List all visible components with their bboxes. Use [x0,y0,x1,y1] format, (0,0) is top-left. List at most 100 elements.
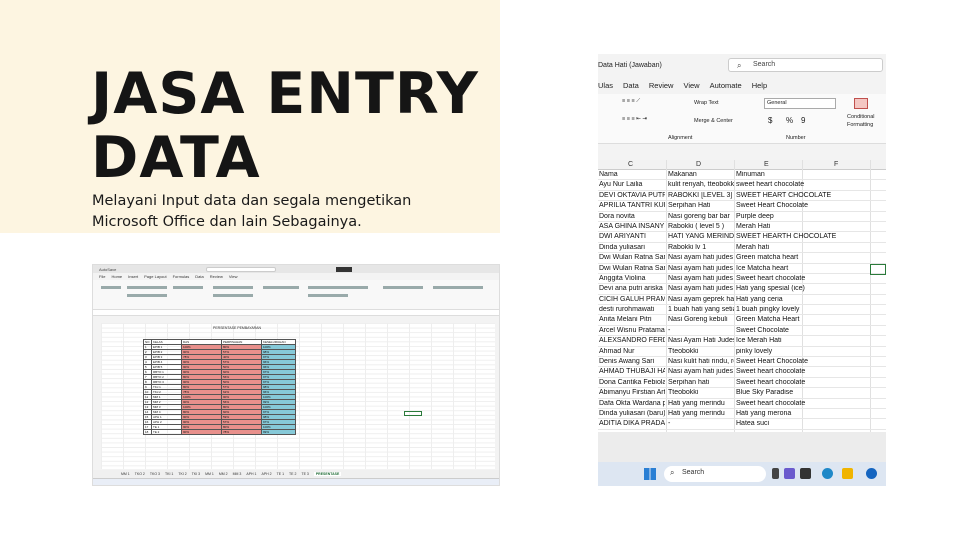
merge-center-button[interactable]: Merge & Center [694,118,733,124]
table-cell[interactable]: Sweet Heart Chocolate [736,358,886,365]
table-cell[interactable]: AHMAD THUBAJI HAK [599,368,665,375]
folder-icon[interactable] [842,468,853,479]
table-cell[interactable]: Dafa Okta Wardana p [599,400,665,407]
table-cell[interactable]: TE 2 [151,429,182,435]
table-cell[interactable]: Serpihan hati [668,379,734,386]
sheet-tab[interactable]: APH 2 [262,472,272,476]
table-cell[interactable]: 18 [143,429,152,435]
table-cell[interactable]: Nasi ayam hati judes [668,265,734,272]
table-cell[interactable]: Sweet heart chocolate [736,368,886,375]
wrap-text-button[interactable]: Wrap Text [694,100,719,106]
sheet-tab[interactable]: TE 3 [301,472,308,476]
table-cell[interactable]: Nasi ayam hati judes [668,254,734,261]
table-cell[interactable]: Hati yang merindu [668,400,734,407]
table-cell[interactable]: CICIH GALUH PRAME [599,296,665,303]
taskbar-search[interactable]: ⌕ Search [664,466,766,482]
table-cell[interactable]: Serpihan Hati [668,202,734,209]
table-cell[interactable]: 78% [221,429,262,435]
table-cell[interactable]: sweet heart chocolate [736,181,886,188]
table-cell[interactable]: Abimanyu Firstian Arta [599,389,665,396]
table-cell[interactable]: Dona Cantika Febiola [599,379,665,386]
sheet-tab[interactable]: TE 1 [277,472,284,476]
menu-item[interactable]: View [683,81,699,90]
column-header[interactable]: C [628,161,633,168]
table-cell[interactable]: 99% [261,429,296,435]
task-view-icon[interactable] [772,468,779,479]
table-cell[interactable]: Nasi goreng bar bar [668,213,734,220]
table-cell[interactable]: Nasi ayam hati judes [668,368,734,375]
table-cell[interactable]: Merah Hati [736,223,886,230]
table-cell[interactable]: Anggita Violina [599,275,665,282]
table-cell[interactable]: Nasi ayam geprek hati [668,296,734,303]
edge-icon[interactable] [822,468,833,479]
table-cell[interactable]: ADITIA DIKA PRADAN [599,420,665,427]
table-cell[interactable]: Devi ana putri ariska [599,285,665,292]
table-cell[interactable]: Dwi Wulan Ratna Sari [599,254,665,261]
table-cell[interactable]: Ahmad Nur [599,348,665,355]
table-cell[interactable]: Dora novita [599,213,665,220]
table-cell[interactable]: Dinda yuliasari [599,244,665,251]
table-cell[interactable]: Dinda yuliasari (baru) [599,410,665,417]
table-cell[interactable]: SWEET HEART CHOCOLATE [736,192,886,199]
sheet-tab[interactable]: APH 1 [246,472,256,476]
widgets-icon[interactable] [800,468,811,479]
menu-item[interactable]: Automate [710,81,742,90]
table-cell[interactable]: Makanan [668,171,734,178]
table-cell[interactable]: Sweet Chocolate [736,327,886,334]
align-icons[interactable]: ≡ ≡ ≡ ⟋ [622,98,640,105]
table-cell[interactable]: APRILIA TANTRI KUR [599,202,665,209]
sheet-tab[interactable]: TKI 2 [178,472,186,476]
table-cell[interactable]: Tteobokki [668,389,734,396]
menu-item[interactable]: Data [623,81,639,90]
menu-item[interactable]: Ulas [598,81,613,90]
table-cell[interactable]: Green matcha heart [736,254,886,261]
table-cell[interactable]: Dwi Wulan Ratna Sari [599,265,665,272]
windows-start-icon[interactable] [644,468,656,480]
sheet-tab[interactable]: MM 3 [233,472,242,476]
indent-icons[interactable]: ≡ ≡ ≡ ⇤ ⇥ [622,116,647,122]
currency-button[interactable]: $ [768,116,772,125]
table-cell[interactable]: Minuman [736,171,886,178]
table-cell[interactable]: Hati yang merona [736,410,886,417]
table-cell[interactable]: Nama [599,171,665,178]
table-cell[interactable]: desti rurohmawati [599,306,665,313]
table-cell[interactable]: ALEXSANDRO FERDI [599,337,665,344]
table-cell[interactable]: Merah hati [736,244,886,251]
sheet-tab[interactable]: TKO 2 [135,472,145,476]
table-cell[interactable]: Purple deep [736,213,886,220]
sheet-tab[interactable]: TKI 1 [165,472,173,476]
table-cell[interactable]: Tteobokki [668,348,734,355]
table-cell[interactable]: Nasi ayam hati judes [668,285,734,292]
comma-button[interactable]: 9 [801,116,805,125]
table-cell[interactable]: Nasi Ayam Hati Judes [668,337,734,344]
sheet-tab[interactable]: MM 1 [205,472,214,476]
table-cell[interactable]: ASA GHINA INSANY [599,223,665,230]
table-cell[interactable]: DEVI OKTAVIA PUTRI [599,192,665,199]
conditional-formatting-icon[interactable] [854,98,868,109]
search-input[interactable]: ⌕ Search [728,58,883,72]
table-cell[interactable]: - [668,420,734,427]
conditional-formatting-label-1[interactable]: Conditional [847,114,875,120]
teams-icon[interactable] [784,468,795,479]
zoom-icon[interactable] [866,468,877,479]
sheet-tab[interactable]: MM 2 [219,472,228,476]
table-cell[interactable]: Blue Sky Paradise [736,389,886,396]
column-header[interactable]: F [834,161,838,168]
table-cell[interactable]: Sweet heart chocolate [736,379,886,386]
table-cell[interactable]: DWI ARIYANTI [599,233,665,240]
table-cell[interactable]: Ice Matcha heart [736,265,886,272]
table-cell[interactable]: 90% [181,429,222,435]
table-cell[interactable]: Nasi Goreng kebuli [668,316,734,323]
sheet-tab[interactable]: MM 1 [121,472,130,476]
table-cell[interactable]: Ice Merah Hati [736,337,886,344]
menu-item[interactable]: Help [752,81,767,90]
table-cell[interactable]: Denis Awang Sari [599,358,665,365]
menu-item[interactable]: Review [649,81,674,90]
table-cell[interactable]: HATI YANG MERINDU [668,233,734,240]
table-cell[interactable]: Arcel Wisnu Pratama [599,327,665,334]
table-cell[interactable]: 1 buah pingky lovely [736,306,886,313]
sheet-tab[interactable]: PRESENTASE [313,472,342,476]
table-cell[interactable]: Hati yang ceria [736,296,886,303]
table-cell[interactable]: pinky lovely [736,348,886,355]
table-cell[interactable]: Nasi ayam hati judes [668,275,734,282]
